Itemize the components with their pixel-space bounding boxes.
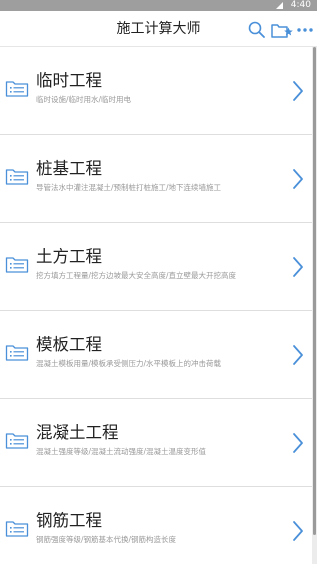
list-item-formwork[interactable]: 模板工程 混凝土模板用量/模板承受侧压力/水平模板上的冲击荷载 <box>0 311 312 399</box>
signal-icon <box>276 2 283 9</box>
item-title: 模板工程 <box>36 335 102 354</box>
folder-list-icon <box>5 345 29 361</box>
item-subtitle: 导管法水中灌注混凝土/预制桩打桩施工/地下连续墙施工 <box>36 183 222 192</box>
chevron-right-icon <box>293 257 303 277</box>
list-item-concrete[interactable]: 混凝土工程 混凝土强度等级/混凝土流动强度/混凝土温度变形值 <box>0 399 312 487</box>
item-title: 临时工程 <box>36 71 102 90</box>
folder-list-icon <box>5 521 29 537</box>
item-subtitle: 混凝土强度等级/混凝土流动强度/混凝土温度变形值 <box>36 447 207 456</box>
folder-list-icon <box>5 433 29 449</box>
chevron-right-icon <box>293 521 303 541</box>
more-button[interactable] <box>296 20 314 40</box>
chevron-right-icon <box>293 81 303 101</box>
chevron-right-icon <box>293 433 303 453</box>
item-title: 桩基工程 <box>36 159 102 178</box>
list-item-reinforcement[interactable]: 钢筋工程 钢筋强度等级/钢筋基本代换/钢筋构造长度 <box>0 487 312 575</box>
search-button[interactable] <box>247 20 267 40</box>
scrollbar-thumb[interactable] <box>313 47 316 535</box>
favorites-folder-button[interactable] <box>270 20 294 40</box>
category-list: 临时工程 临时设施/临时用水/临时用电 桩基工程 导管法水中灌注混凝土/预制桩打… <box>0 47 312 564</box>
status-time: 4:40 <box>290 0 311 10</box>
search-icon <box>248 21 265 38</box>
folder-list-icon <box>5 81 29 97</box>
list-item-pile-foundation[interactable]: 桩基工程 导管法水中灌注混凝土/预制桩打桩施工/地下连续墙施工 <box>0 135 312 223</box>
scrollbar[interactable] <box>312 47 317 564</box>
item-title: 钢筋工程 <box>36 511 102 530</box>
item-title: 土方工程 <box>36 247 102 266</box>
item-subtitle: 钢筋强度等级/钢筋基本代换/钢筋构造长度 <box>36 535 177 544</box>
folder-list-icon <box>5 257 29 273</box>
status-bar: 4:40 <box>0 0 317 11</box>
item-subtitle: 临时设施/临时用水/临时用电 <box>36 95 132 104</box>
app-bar: 施工计算大师 <box>0 11 317 47</box>
list-item-temporary-works[interactable]: 临时工程 临时设施/临时用水/临时用电 <box>0 47 312 135</box>
chevron-right-icon <box>293 169 303 189</box>
item-title: 混凝土工程 <box>36 423 119 442</box>
folder-list-icon <box>5 169 29 185</box>
item-subtitle: 混凝土模板用量/模板承受侧压力/水平模板上的冲击荷载 <box>36 359 222 368</box>
list-item-earthworks[interactable]: 土方工程 挖方填方工程量/挖方边坡最大安全高度/直立壁最大开挖高度 <box>0 223 312 311</box>
folder-star-icon <box>271 24 293 38</box>
item-subtitle: 挖方填方工程量/挖方边坡最大安全高度/直立壁最大开挖高度 <box>36 271 237 280</box>
chevron-right-icon <box>293 345 303 365</box>
more-dots-icon <box>297 28 313 32</box>
